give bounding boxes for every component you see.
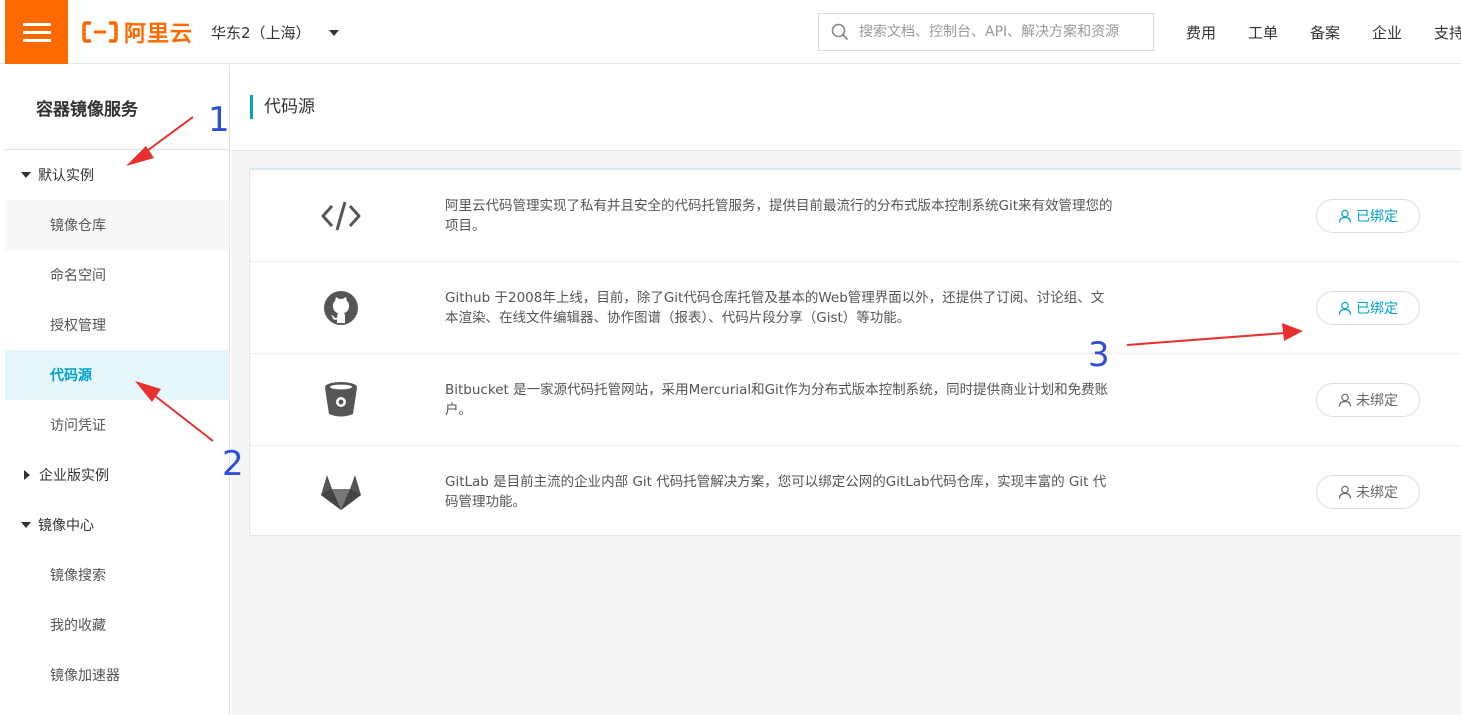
sidebar-group-default-instance[interactable]: 默认实例 bbox=[5, 150, 229, 200]
code-source-description: Bitbucket 是一家源代码托管网站，采用Mercurial和Git作为分布… bbox=[445, 382, 1109, 418]
hamburger-menu-button[interactable] bbox=[5, 0, 68, 64]
code-source-description: 阿里云代码管理实现了私有并且安全的代码托管服务，提供目前最流行的分布式版本控制系… bbox=[445, 198, 1113, 234]
top-nav-support[interactable]: 支持 bbox=[1418, 22, 1461, 43]
code-icon bbox=[320, 196, 362, 236]
code-source-description: Github 于2008年上线，目前，除了Git代码仓库托管及基本的Web管理界… bbox=[445, 290, 1105, 326]
bind-status-label: 已绑定 bbox=[1356, 301, 1398, 317]
sidebar-item-access-credentials[interactable]: 访问凭证 bbox=[5, 400, 229, 450]
menu-line bbox=[22, 30, 51, 34]
top-nav-enterprise[interactable]: 企业 bbox=[1356, 22, 1418, 43]
sidebar-item-code-source[interactable]: 代码源 bbox=[5, 350, 229, 400]
bind-status-label: 未绑定 bbox=[1356, 485, 1398, 501]
unbound-button[interactable]: 未绑定 bbox=[1316, 383, 1420, 417]
top-bar: 阿里云 华东2（上海） 费用 工单 备案 企业 支持 bbox=[0, 0, 1461, 64]
sidebar-item-repositories[interactable]: 镜像仓库 bbox=[5, 200, 229, 250]
top-nav: 费用 工单 备案 企业 支持 bbox=[1170, 22, 1461, 43]
code-source-row-gitlab: GitLab 是目前主流的企业内部 Git 代码托管解决方案，您可以绑定公网的G… bbox=[250, 446, 1461, 538]
logo-text: 阿里云 bbox=[124, 22, 194, 47]
code-source-list: 阿里云代码管理实现了私有并且安全的代码托管服务，提供目前最流行的分布式版本控制系… bbox=[249, 168, 1461, 536]
sidebar-group-label: 默认实例 bbox=[38, 168, 94, 184]
sidebar-item-label: 镜像仓库 bbox=[50, 218, 106, 234]
caret-down-icon bbox=[21, 172, 31, 178]
code-source-row-github: Github 于2008年上线，目前，除了Git代码仓库托管及基本的Web管理界… bbox=[250, 262, 1461, 354]
sidebar-item-label: 镜像搜索 bbox=[50, 568, 106, 584]
user-icon bbox=[1338, 485, 1352, 499]
menu-line bbox=[22, 22, 51, 26]
top-nav-tickets[interactable]: 工单 bbox=[1232, 22, 1294, 43]
sidebar-item-namespaces[interactable]: 命名空间 bbox=[5, 250, 229, 300]
menu-line bbox=[22, 38, 51, 42]
chevron-down-icon bbox=[328, 29, 339, 36]
sidebar-item-label: 授权管理 bbox=[50, 318, 106, 334]
aliyun-logo-icon bbox=[82, 21, 118, 43]
code-source-row-aliyun: 阿里云代码管理实现了私有并且安全的代码托管服务，提供目前最流行的分布式版本控制系… bbox=[250, 170, 1461, 262]
bitbucket-icon bbox=[320, 380, 362, 420]
github-icon bbox=[320, 288, 362, 328]
code-source-description: GitLab 是目前主流的企业内部 Git 代码托管解决方案，您可以绑定公网的G… bbox=[445, 474, 1107, 510]
sidebar-group-label: 镜像中心 bbox=[38, 518, 94, 534]
sidebar: 容器镜像服务 默认实例 镜像仓库 命名空间 授权管理 代码源 访问凭证 企业版实… bbox=[5, 65, 230, 715]
sidebar-item-label: 镜像加速器 bbox=[50, 668, 120, 684]
search-icon bbox=[831, 23, 849, 41]
sidebar-item-label: 访问凭证 bbox=[50, 418, 106, 434]
sidebar-item-authorization[interactable]: 授权管理 bbox=[5, 300, 229, 350]
bound-button[interactable]: 已绑定 bbox=[1316, 199, 1420, 233]
sidebar-group-enterprise-instance[interactable]: 企业版实例 bbox=[5, 450, 229, 500]
caret-down-icon bbox=[21, 522, 31, 528]
annotation-number-2: 2 bbox=[222, 444, 244, 484]
sidebar-group-image-center[interactable]: 镜像中心 bbox=[5, 500, 229, 550]
bound-button[interactable]: 已绑定 bbox=[1316, 291, 1420, 325]
region-label: 华东2（上海） bbox=[211, 24, 311, 42]
sidebar-group-label: 企业版实例 bbox=[39, 468, 109, 484]
sidebar-item-image-search[interactable]: 镜像搜索 bbox=[5, 550, 229, 600]
code-source-row-bitbucket: Bitbucket 是一家源代码托管网站，采用Mercurial和Git作为分布… bbox=[250, 354, 1461, 446]
caret-right-icon bbox=[24, 470, 30, 480]
sidebar-item-favorites[interactable]: 我的收藏 bbox=[5, 600, 229, 650]
aliyun-logo[interactable]: 阿里云 bbox=[82, 16, 193, 48]
user-icon bbox=[1338, 393, 1352, 407]
sidebar-item-label: 代码源 bbox=[50, 368, 92, 384]
bind-status-label: 未绑定 bbox=[1356, 393, 1398, 409]
bind-status-label: 已绑定 bbox=[1356, 209, 1398, 225]
search-box[interactable] bbox=[818, 13, 1154, 51]
user-icon bbox=[1338, 209, 1352, 223]
region-selector[interactable]: 华东2（上海） bbox=[211, 22, 339, 43]
sidebar-title: 容器镜像服务 bbox=[5, 65, 229, 150]
gitlab-icon bbox=[320, 472, 362, 512]
page-header: 代码源 bbox=[231, 65, 1461, 151]
user-icon bbox=[1338, 301, 1352, 315]
unbound-button[interactable]: 未绑定 bbox=[1316, 475, 1420, 509]
sidebar-item-label: 我的收藏 bbox=[50, 618, 106, 634]
annotation-number-3: 3 bbox=[1088, 335, 1110, 375]
annotation-number-1: 1 bbox=[208, 100, 230, 140]
search-input[interactable] bbox=[859, 15, 1153, 49]
sidebar-item-image-accelerator[interactable]: 镜像加速器 bbox=[5, 650, 229, 700]
sidebar-item-label: 命名空间 bbox=[50, 268, 106, 284]
page-title: 代码源 bbox=[250, 95, 315, 119]
top-nav-billing[interactable]: 费用 bbox=[1170, 22, 1232, 43]
top-nav-icp-filing[interactable]: 备案 bbox=[1294, 22, 1356, 43]
